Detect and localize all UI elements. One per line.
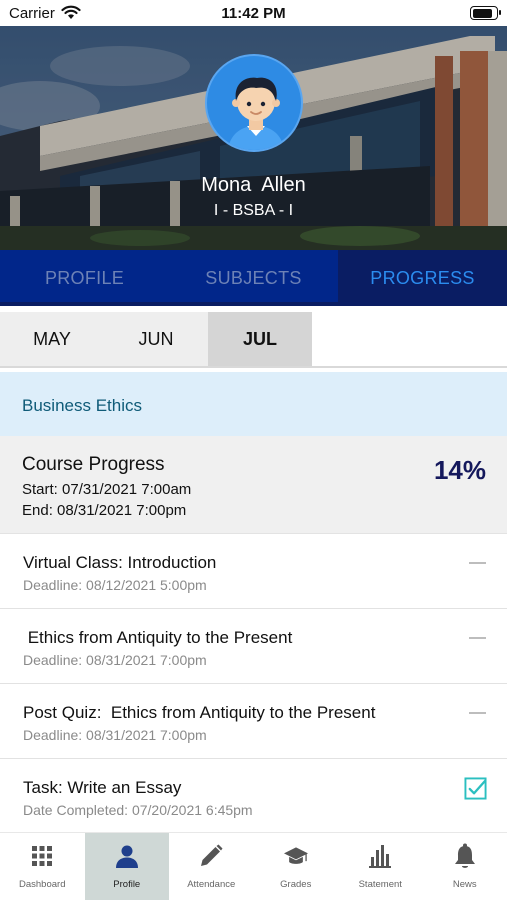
nav-news[interactable]: News — [423, 833, 507, 900]
task-deadline: Deadline: 08/31/2021 7:00pm — [23, 652, 207, 668]
nav-dashboard[interactable]: Dashboard — [0, 833, 85, 900]
nav-label: Grades — [280, 879, 312, 890]
student-avatar-icon — [227, 77, 285, 150]
nav-statement[interactable]: Statement — [338, 833, 423, 900]
nav-label: Dashboard — [19, 879, 66, 890]
task-item[interactable]: Post Quiz: Ethics from Antiquity to the … — [0, 684, 507, 759]
status-bar: Carrier 11:42 PM — [0, 0, 507, 26]
nav-profile[interactable]: Profile — [84, 833, 169, 900]
course-progress-card: Course Progress Start: 07/31/2021 7:00am… — [0, 436, 507, 534]
tab-underline — [0, 302, 338, 306]
pencil-icon — [199, 843, 223, 869]
profile-header: Mona Allen I - BSBA - I — [0, 26, 507, 250]
nav-label: News — [452, 879, 477, 890]
bar-chart-icon — [368, 843, 392, 869]
course-start-date: Start: 07/31/2021 7:00am — [22, 481, 192, 498]
course-end-date: End: 08/31/2021 7:00pm — [22, 502, 187, 519]
dashboard-grid-icon — [30, 843, 54, 869]
month-jun[interactable]: JUN — [104, 312, 208, 366]
nav-label: Attendance — [187, 879, 236, 890]
tab-bar: PROFILE SUBJECTS PROGRESS — [0, 250, 507, 306]
nav-grades[interactable]: Grades — [254, 833, 339, 900]
task-item[interactable]: Virtual Class: Introduction Deadline: 08… — [0, 534, 507, 609]
student-name: Mona Allen — [201, 174, 306, 196]
task-deadline: Deadline: 08/31/2021 7:00pm — [23, 727, 207, 743]
task-deadline: Deadline: 08/12/2021 5:00pm — [23, 577, 207, 593]
month-jul[interactable]: JUL — [208, 312, 312, 366]
month-may[interactable]: MAY — [0, 312, 104, 366]
task-item[interactable]: Task: Write an Essay Date Completed: 07/… — [0, 759, 507, 834]
nav-label: Profile — [113, 879, 141, 890]
tab-progress[interactable]: PROGRESS — [338, 250, 507, 306]
avatar — [205, 54, 303, 152]
month-selector: MAY JUN JUL — [0, 312, 507, 368]
bell-icon — [453, 843, 477, 869]
tab-profile[interactable]: PROFILE — [0, 250, 169, 306]
clock-time: 11:42 PM — [221, 5, 286, 22]
task-item[interactable]: Ethics from Antiquity to the Present Dea… — [0, 609, 507, 684]
course-progress-title: Course Progress — [22, 454, 165, 475]
nav-attendance[interactable]: Attendance — [169, 833, 254, 900]
task-list: Virtual Class: Introduction Deadline: 08… — [0, 534, 507, 834]
student-program: I - BSBA - I — [213, 202, 294, 219]
task-title: Post Quiz: Ethics from Antiquity to the … — [23, 703, 376, 722]
person-icon — [115, 843, 139, 869]
pending-dash-icon — [469, 562, 486, 564]
battery-icon — [470, 6, 501, 20]
subject-title: Business Ethics — [22, 396, 142, 415]
bottom-nav: Dashboard Profile Attendance Grades Stat… — [0, 832, 507, 900]
task-title: Virtual Class: Introduction — [23, 553, 217, 572]
course-progress-percent: 14% — [433, 455, 486, 485]
pending-dash-icon — [469, 712, 486, 714]
task-title: Task: Write an Essay — [23, 778, 182, 797]
pending-dash-icon — [469, 637, 486, 639]
task-completed-date: Date Completed: 07/20/2021 6:45pm — [23, 802, 253, 818]
battery-level — [472, 8, 492, 18]
tab-subjects[interactable]: SUBJECTS — [169, 250, 338, 306]
graduation-cap-icon — [283, 843, 308, 869]
checkbox-checked-icon[interactable] — [464, 777, 487, 800]
subject-header[interactable]: Business Ethics — [0, 372, 507, 436]
task-title: Ethics from Antiquity to the Present — [23, 628, 293, 647]
nav-label: Statement — [358, 879, 402, 890]
